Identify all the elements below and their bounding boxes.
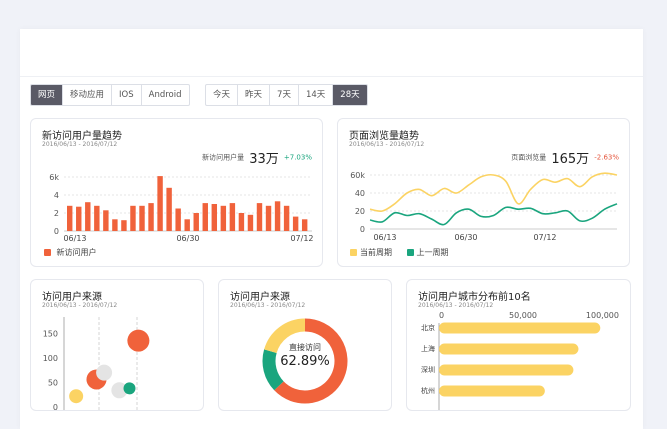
bar-13 <box>184 219 190 231</box>
sources-donut-card: 访问用户来源 2016/06/13 - 2016/07/12 直接访问 62.8… <box>218 279 392 411</box>
series-line-0 <box>369 172 618 212</box>
new-users-bar-chart: 6k 4 2 0 06/13 06/30 07/12 <box>49 173 313 243</box>
scatter-point-4 <box>123 382 136 395</box>
legend-swatch <box>406 249 414 256</box>
bar-10 <box>157 176 163 231</box>
x-tick-label: 06/30 <box>176 234 199 243</box>
donut-center-value: 62.89% <box>280 354 330 369</box>
legend-label: 上一周期 <box>416 248 449 257</box>
chart-legend: 新访问用户 <box>44 247 97 258</box>
range-tab-4[interactable]: 28天 <box>333 85 367 105</box>
bar-6 <box>121 220 127 231</box>
x-tick-label: 50,000 <box>509 311 537 320</box>
bar-17 <box>220 205 227 231</box>
bar-0 <box>67 205 73 231</box>
city-bar-1 <box>439 343 579 355</box>
city-bar-3 <box>439 385 545 397</box>
y-tick-label: 150 <box>43 329 58 338</box>
bar-1 <box>76 206 82 231</box>
scatter-point-5 <box>127 329 150 352</box>
bar-21 <box>256 203 263 231</box>
bar-7 <box>130 205 136 231</box>
bar-8 <box>139 205 145 231</box>
platform-tab-3[interactable]: Android <box>142 85 189 105</box>
category-label: 深圳 <box>421 365 435 374</box>
page-views-card: 页面浏览量趋势 2016/06/13 - 2016/07/12 页面浏览量 16… <box>337 118 630 267</box>
bar-26 <box>301 219 308 231</box>
y-tick-label: 0 <box>53 403 58 410</box>
sources-scatter-chart: 150 100 50 0 <box>43 317 150 410</box>
bar-23 <box>274 201 281 231</box>
city-bar-0 <box>439 322 601 334</box>
bar-5 <box>112 219 118 231</box>
y-tick-label: 0 <box>360 225 365 234</box>
y-tick-label: 40 <box>355 189 365 198</box>
platform-tab-1[interactable]: 移动应用 <box>63 85 113 105</box>
platform-tab-0[interactable]: 网页 <box>31 85 64 105</box>
city-bar-2 <box>439 364 574 376</box>
y-tick-label: 100 <box>43 354 58 363</box>
range-tab-3[interactable]: 14天 <box>299 85 334 105</box>
x-tick-label: 0 <box>439 311 444 320</box>
scatter-point-0 <box>69 389 84 404</box>
bar-9 <box>148 203 154 231</box>
page-views-line-chart: 60k 40 20 0 06/13 06/30 07/12 <box>350 171 618 242</box>
legend-item-previous: 上一周期 <box>406 248 449 257</box>
x-tick-label: 100,000 <box>586 311 619 320</box>
bar-25 <box>292 216 299 231</box>
range-tab-1[interactable]: 昨天 <box>238 85 271 105</box>
platform-tabs: 网页 移动应用 IOS Android <box>30 84 190 106</box>
range-tab-2[interactable]: 7天 <box>270 85 299 105</box>
bar-15 <box>202 203 208 231</box>
y-tick-label: 2 <box>54 209 59 218</box>
date-range-tabs: 今天 昨天 7天 14天 28天 <box>205 84 368 106</box>
y-tick-label: 60k <box>350 171 365 180</box>
legend-swatch <box>350 249 357 256</box>
y-tick-label: 50 <box>48 378 58 387</box>
x-tick-label: 07/12 <box>290 234 313 243</box>
category-label: 北京 <box>421 323 435 332</box>
cities-bar-chart: 0 50,000 100,000 北京上海深圳杭州 <box>421 311 619 410</box>
bar-22 <box>265 205 272 231</box>
legend-label: 新访问用户 <box>56 248 97 257</box>
bar-14 <box>193 213 199 231</box>
series-line-1 <box>369 203 618 226</box>
category-label: 上海 <box>421 344 435 353</box>
donut-center-label: 直接访问 <box>289 343 321 352</box>
bar-18 <box>229 203 236 231</box>
legend-item-current: 当前周期 <box>350 248 392 257</box>
bar-2 <box>85 202 91 231</box>
legend-swatch <box>44 249 51 256</box>
range-tab-0[interactable]: 今天 <box>206 85 239 105</box>
x-tick-label: 06/30 <box>454 233 477 242</box>
bar-3 <box>94 205 100 231</box>
y-tick-label: 20 <box>355 207 365 216</box>
y-tick-label: 6k <box>49 173 59 182</box>
bar-20 <box>247 214 254 231</box>
legend-label: 当前周期 <box>360 248 392 257</box>
bar-11 <box>166 187 172 231</box>
chart-legend: 当前周期 上一周期 <box>350 247 461 258</box>
y-tick-label: 4 <box>54 191 59 200</box>
y-tick-label: 0 <box>54 227 59 236</box>
cities-card: 访问用户城市分布前10名 2016/06/13 - 2016/07/12 0 50… <box>406 279 631 411</box>
bar-4 <box>103 210 109 231</box>
category-label: 杭州 <box>421 386 435 395</box>
x-tick-label: 06/13 <box>63 234 86 243</box>
bar-12 <box>175 208 181 231</box>
x-tick-label: 07/12 <box>533 233 556 242</box>
sources-scatter-card: 访问用户来源 2016/06/13 - 2016/07/12 150 100 50 0 <box>30 279 204 411</box>
bar-24 <box>283 205 290 231</box>
x-tick-label: 06/13 <box>373 233 396 242</box>
platform-tab-2[interactable]: IOS <box>112 85 142 105</box>
bar-16 <box>211 204 218 231</box>
new-users-card: 新访问用户量趋势 2016/06/13 - 2016/07/12 新访问用户量 … <box>30 118 323 267</box>
bar-19 <box>238 213 245 231</box>
scatter-point-2 <box>96 364 113 381</box>
header-divider <box>20 76 643 77</box>
